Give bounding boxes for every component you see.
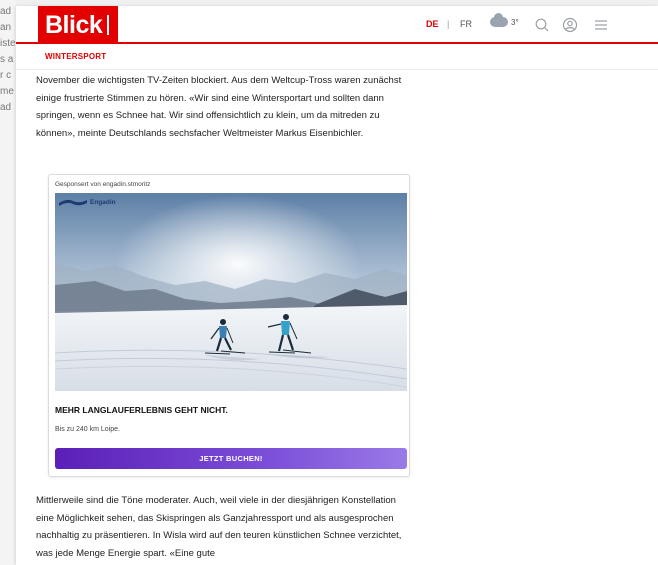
cloud-icon — [490, 13, 508, 27]
section-label[interactable]: WINTERSPORT — [45, 52, 106, 61]
article-paragraph: November die wichtigsten TV-Zeiten block… — [36, 75, 402, 139]
language-separator: | — [447, 19, 450, 29]
ad-sponsor-label: Gesponsert von engadin.stmoritz — [55, 181, 151, 188]
language-fr-link[interactable]: FR — [460, 19, 472, 29]
menu-icon[interactable] — [592, 16, 610, 34]
blick-logo[interactable]: Blick — [38, 6, 118, 44]
ad-brand-label: Engadin — [90, 198, 116, 206]
ad-subline: Bis zu 240 km Loipe. — [55, 426, 120, 433]
search-icon[interactable] — [533, 16, 551, 34]
article-body-continued: Mittlerweile sind die Töne moderater. Au… — [36, 492, 416, 562]
book-now-button[interactable]: JETZT BUCHEN! — [55, 448, 407, 469]
background-page-fragment: ad an iste s a r c me ad — [0, 0, 16, 565]
article-body: November die wichtigsten TV-Zeiten block… — [36, 72, 414, 142]
ad-headline: MEHR LANGLAUFERLEBNIS GEHT NICHT. — [55, 405, 228, 415]
sponsored-ad-card[interactable]: Gesponsert von engadin.stmoritz Engadin … — [48, 174, 410, 477]
browser-window: Blick DE | FR 3° WINTERSPORT November di… — [16, 6, 658, 565]
ad-image[interactable]: Engadin — [55, 193, 407, 391]
mountain-logo-icon — [59, 199, 87, 206]
site-header: Blick DE | FR 3° — [16, 6, 658, 44]
user-icon[interactable] — [561, 16, 579, 34]
weather-widget[interactable]: 3° — [490, 13, 519, 27]
language-de-link[interactable]: DE — [426, 19, 439, 29]
article-paragraph: Mittlerweile sind die Töne moderater. Au… — [36, 495, 402, 559]
engadin-logo: Engadin — [59, 197, 116, 207]
weather-temperature: 3° — [511, 17, 519, 27]
section-bar: WINTERSPORT — [16, 44, 658, 70]
